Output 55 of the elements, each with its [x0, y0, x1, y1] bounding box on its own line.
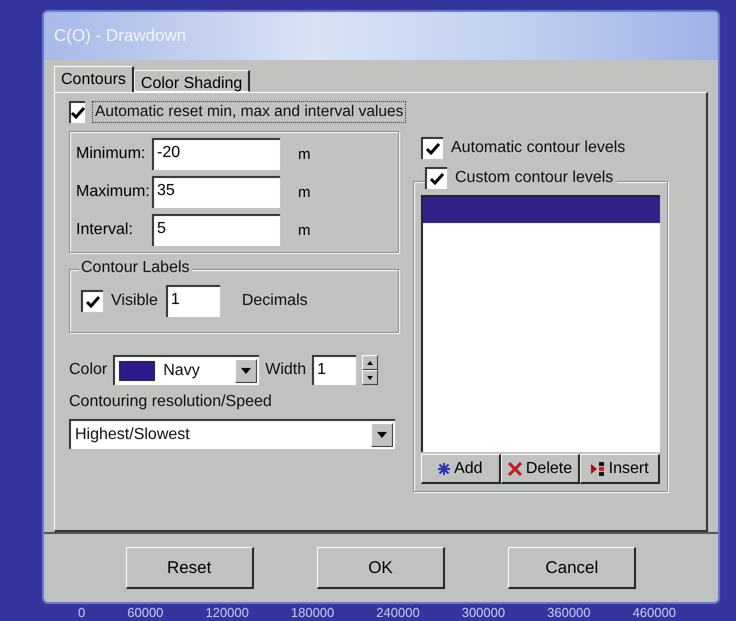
- checkbox-label: Automatic reset min, max and interval values: [93, 102, 406, 122]
- field-label: Width: [265, 361, 306, 379]
- checkbox-label: Automatic contour levels: [451, 139, 626, 157]
- axis-label: 60000: [127, 605, 164, 620]
- input-field[interactable]: -20: [152, 138, 280, 170]
- input-field[interactable]: 5: [152, 214, 280, 246]
- dropdown[interactable]: Highest/Slowest: [69, 419, 395, 449]
- insert-button[interactable]: Insert: [580, 454, 660, 484]
- window-title: C(O) - Drawdown: [54, 26, 186, 46]
- checkbox[interactable]: [81, 290, 103, 312]
- field-label: Contouring resolution/Speed: [69, 393, 273, 411]
- check-icon: [430, 173, 444, 185]
- color-dropdown[interactable]: Navy: [113, 355, 260, 385]
- dialog-button[interactable]: OK: [316, 547, 445, 589]
- field-label: Minimum:: [76, 145, 146, 163]
- field-label: Color: [69, 361, 108, 379]
- checkbox[interactable]: [425, 167, 447, 189]
- spin-field[interactable]: 1: [312, 355, 356, 385]
- axis-label: 300000: [462, 605, 506, 620]
- levels-list[interactable]: [421, 195, 660, 452]
- axis-label: 240000: [376, 605, 420, 620]
- delete-button[interactable]: Delete: [500, 454, 580, 484]
- field-label: Decimals: [242, 292, 308, 310]
- checkbox-label: Visible: [111, 292, 158, 310]
- tab[interactable]: Color Shading: [134, 70, 250, 92]
- check-icon: [86, 296, 100, 308]
- insert-row-icon: [590, 460, 605, 476]
- spin-buttons[interactable]: [362, 355, 378, 385]
- axis-label: 0: [78, 605, 86, 620]
- unit-label: m: [298, 222, 310, 238]
- checkbox-label: Custom contour levels: [455, 169, 614, 187]
- caret-icon: [241, 368, 252, 374]
- field-label: Interval:: [76, 221, 134, 239]
- down-arrow-icon: [367, 376, 374, 380]
- caret-icon: [377, 432, 387, 438]
- asterisk-icon: [438, 462, 450, 474]
- input-field[interactable]: 35: [152, 176, 280, 208]
- tab[interactable]: Contours: [54, 66, 134, 92]
- cross-icon: [508, 462, 522, 476]
- axis-label: 360000: [547, 605, 591, 620]
- input-field[interactable]: 1: [166, 285, 220, 317]
- up-arrow-icon: [367, 360, 374, 364]
- unit-label: m: [298, 184, 310, 200]
- unit-label: m: [298, 146, 310, 162]
- check-icon: [71, 107, 85, 119]
- checkbox[interactable]: [421, 137, 443, 159]
- checkbox[interactable]: [69, 101, 85, 123]
- check-icon: [426, 143, 440, 155]
- field-label: Maximum:: [76, 183, 148, 201]
- add-button[interactable]: Add: [421, 454, 501, 484]
- dialog-button[interactable]: Reset: [126, 547, 254, 589]
- dialog-button[interactable]: Cancel: [508, 547, 636, 589]
- axis-label: 180000: [290, 605, 334, 620]
- axis-label: 120000: [205, 605, 249, 620]
- axis-label: 460000: [632, 605, 676, 620]
